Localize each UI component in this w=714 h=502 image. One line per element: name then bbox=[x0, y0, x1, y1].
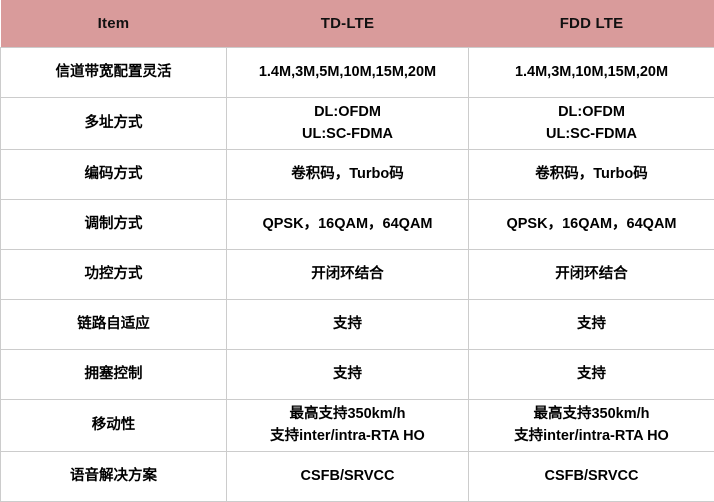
table-row: 多址方式DL:OFDMUL:SC-FDMADL:OFDMUL:SC-FDMA bbox=[1, 98, 714, 150]
cell-line: 编码方式 bbox=[7, 164, 220, 185]
cell-line: 支持inter/intra-RTA HO bbox=[233, 426, 462, 447]
cell-fdd-lte: QPSK，16QAM，64QAM bbox=[469, 200, 714, 250]
header-row: Item TD-LTE FDD LTE bbox=[1, 0, 714, 48]
cell-item: 多址方式 bbox=[1, 98, 227, 150]
cell-line: 1.4M,3M,5M,10M,15M,20M bbox=[233, 62, 462, 83]
cell-td-lte: QPSK，16QAM，64QAM bbox=[227, 200, 469, 250]
cell-item: 链路自适应 bbox=[1, 300, 227, 350]
cell-td-lte: 1.4M,3M,5M,10M,15M,20M bbox=[227, 48, 469, 98]
cell-fdd-lte: 支持 bbox=[469, 300, 714, 350]
cell-line: 支持 bbox=[475, 364, 708, 385]
table-row: 链路自适应支持支持 bbox=[1, 300, 714, 350]
cell-td-lte: 支持 bbox=[227, 350, 469, 400]
cell-line: DL:OFDM bbox=[233, 102, 462, 123]
cell-fdd-lte: 1.4M,3M,10M,15M,20M bbox=[469, 48, 714, 98]
cell-line: 移动性 bbox=[7, 415, 220, 436]
header-td-lte: TD-LTE bbox=[227, 0, 469, 48]
table-row: 拥塞控制支持支持 bbox=[1, 350, 714, 400]
table-row: 功控方式开闭环结合开闭环结合 bbox=[1, 250, 714, 300]
cell-line: 功控方式 bbox=[7, 264, 220, 285]
cell-line: DL:OFDM bbox=[475, 102, 708, 123]
table-row: 信道带宽配置灵活 1.4M,3M,5M,10M,15M,20M 1.4M,3M,10… bbox=[1, 48, 714, 98]
cell-fdd-lte: 支持 bbox=[469, 350, 714, 400]
cell-item: 移动性 bbox=[1, 400, 227, 452]
cell-td-lte: CSFB/SRVCC bbox=[227, 452, 469, 502]
cell-item: 功控方式 bbox=[1, 250, 227, 300]
cell-line: 最高支持350km/h bbox=[233, 404, 462, 425]
cell-line: CSFB/SRVCC bbox=[233, 466, 462, 487]
cell-td-lte: DL:OFDMUL:SC-FDMA bbox=[227, 98, 469, 150]
cell-line: 调制方式 bbox=[7, 214, 220, 235]
cell-line: 支持inter/intra-RTA HO bbox=[475, 426, 708, 447]
cell-line: 多址方式 bbox=[7, 113, 220, 134]
cell-line: 卷积码，Turbo码 bbox=[475, 164, 708, 185]
cell-line: 开闭环结合 bbox=[233, 264, 462, 285]
cell-line: UL:SC-FDMA bbox=[233, 124, 462, 145]
cell-line: CSFB/SRVCC bbox=[475, 466, 708, 487]
cell-item: 调制方式 bbox=[1, 200, 227, 250]
cell-line: 卷积码，Turbo码 bbox=[233, 164, 462, 185]
lte-comparison-table: Item TD-LTE FDD LTE 信道带宽配置灵活 1.4M,3M,5M,1… bbox=[0, 0, 714, 502]
table-body: 信道带宽配置灵活 1.4M,3M,5M,10M,15M,20M 1.4M,3M,10… bbox=[1, 48, 714, 502]
cell-td-lte: 卷积码，Turbo码 bbox=[227, 150, 469, 200]
cell-line: 支持 bbox=[233, 364, 462, 385]
cell-line: 拥塞控制 bbox=[7, 364, 220, 385]
cell-line: 链路自适应 bbox=[7, 314, 220, 335]
cell-fdd-lte: 最高支持350km/h支持inter/intra-RTA HO bbox=[469, 400, 714, 452]
cell-fdd-lte: 卷积码，Turbo码 bbox=[469, 150, 714, 200]
cell-item: 语音解决方案 bbox=[1, 452, 227, 502]
table-row: 调制方式 QPSK，16QAM，64QAM QPSK，16QAM，64QAM bbox=[1, 200, 714, 250]
cell-item: 拥塞控制 bbox=[1, 350, 227, 400]
cell-line: 支持 bbox=[475, 314, 708, 335]
cell-fdd-lte: DL:OFDMUL:SC-FDMA bbox=[469, 98, 714, 150]
cell-line: 支持 bbox=[233, 314, 462, 335]
cell-line: UL:SC-FDMA bbox=[475, 124, 708, 145]
cell-line: 最高支持350km/h bbox=[475, 404, 708, 425]
cell-line: 开闭环结合 bbox=[475, 264, 708, 285]
cell-item: 信道带宽配置灵活 bbox=[1, 48, 227, 98]
table-row: 移动性最高支持350km/h支持inter/intra-RTA HO最高支持35… bbox=[1, 400, 714, 452]
cell-line: 1.4M,3M,10M,15M,20M bbox=[475, 62, 708, 83]
cell-line: QPSK，16QAM，64QAM bbox=[233, 214, 462, 235]
table-row: 语音解决方案 CSFB/SRVCC CSFB/SRVCC bbox=[1, 452, 714, 502]
cell-td-lte: 开闭环结合 bbox=[227, 250, 469, 300]
header-fdd-lte: FDD LTE bbox=[469, 0, 714, 48]
table-row: 编码方式卷积码，Turbo码卷积码，Turbo码 bbox=[1, 150, 714, 200]
cell-line: QPSK，16QAM，64QAM bbox=[475, 214, 708, 235]
cell-fdd-lte: CSFB/SRVCC bbox=[469, 452, 714, 502]
cell-fdd-lte: 开闭环结合 bbox=[469, 250, 714, 300]
table-header: Item TD-LTE FDD LTE bbox=[1, 0, 714, 48]
header-item: Item bbox=[1, 0, 227, 48]
cell-td-lte: 最高支持350km/h支持inter/intra-RTA HO bbox=[227, 400, 469, 452]
cell-line: 语音解决方案 bbox=[7, 466, 220, 487]
cell-item: 编码方式 bbox=[1, 150, 227, 200]
cell-line: 信道带宽配置灵活 bbox=[7, 62, 220, 83]
cell-td-lte: 支持 bbox=[227, 300, 469, 350]
